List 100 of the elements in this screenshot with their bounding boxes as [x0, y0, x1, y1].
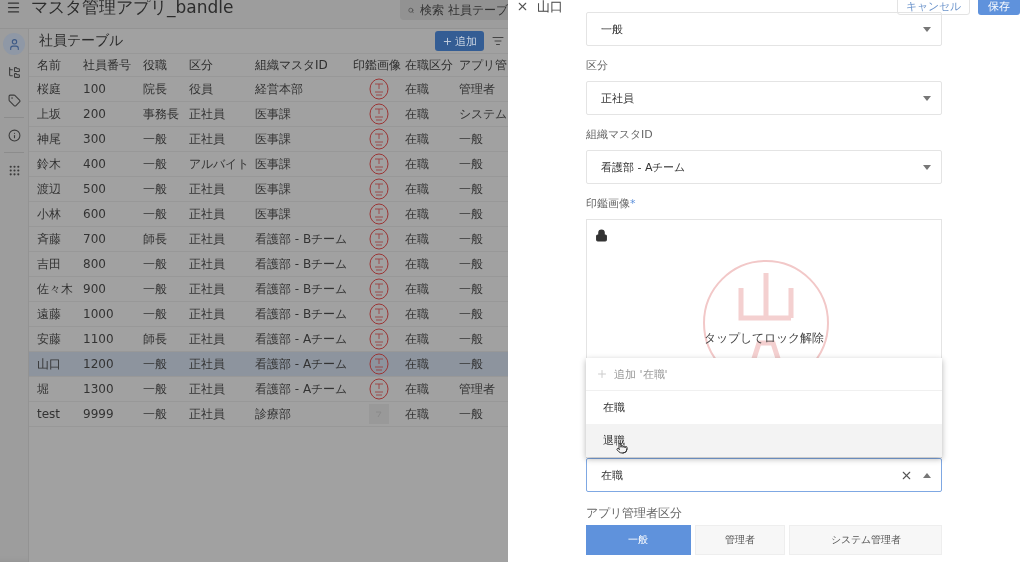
table-cell-text: 在職: [405, 255, 430, 273]
select-field[interactable]: 一般: [586, 12, 942, 46]
table-row[interactable]: test 9999 一般 正社員 診療部 在職 一般: [29, 402, 508, 427]
field-label: 区分: [586, 60, 609, 72]
table-row[interactable]: 上坂 200 事務長 正社員 医事課 在職 システム: [29, 102, 508, 127]
table-title: 社員テーブル: [39, 32, 124, 50]
table-cell-text: 在職: [405, 180, 430, 198]
table-cell-text: 正社員: [189, 405, 226, 423]
person-icon[interactable]: [3, 33, 25, 55]
table-row[interactable]: 遠藤 1000 一般 正社員 看護部 - Bチーム 在職 一般: [29, 302, 508, 327]
table-cell-text: 一般: [143, 205, 168, 223]
segment-button[interactable]: 一般: [586, 525, 691, 555]
table-cell-text: 医事課: [255, 130, 292, 148]
table-cell-text: 桜庭: [37, 80, 62, 98]
segment-button[interactable]: 管理者: [694, 525, 786, 555]
unlock-hint: タップしてロック解除: [703, 330, 825, 347]
table-cell-text: 正社員: [189, 330, 226, 348]
save-button[interactable]: 保存: [978, 0, 1020, 15]
table-cell-text: 一般: [459, 205, 484, 223]
table-cell-text: 在職: [405, 105, 430, 123]
table-cell-text: 在職: [405, 230, 430, 248]
table-cell-text: 一般: [459, 230, 484, 248]
close-icon[interactable]: [516, 0, 529, 13]
table-cell-text: 経営本部: [255, 80, 304, 98]
cancel-button[interactable]: キャンセル: [897, 0, 970, 15]
search-field[interactable]: 検索 社員テーブ: [400, 0, 508, 20]
table-cell-text: 看護部 - Bチーム: [255, 305, 349, 323]
table-row[interactable]: 渡辺 500 一般 正社員 医事課 在職 一般: [29, 177, 508, 202]
table-cell-text: 9999: [83, 407, 115, 421]
segment-button[interactable]: システム管理者: [789, 525, 942, 555]
caret-icon: [923, 95, 931, 101]
menu-option[interactable]: 在職: [586, 391, 942, 424]
table-row[interactable]: 吉田 800 一般 正社員 看護部 - Bチーム 在職 一般: [29, 252, 508, 277]
table-cell-text: 600: [83, 207, 107, 221]
table-cell-text: 1000: [83, 307, 115, 321]
table-cell-text: 400: [83, 157, 107, 171]
table-cell-text: 一般: [459, 155, 484, 173]
table-cell-text: 一般: [459, 255, 484, 273]
table-cell-text: 正社員: [189, 255, 226, 273]
table-row[interactable]: 堀 1300 一般 正社員 看護部 - Aチーム 在職 管理者: [29, 377, 508, 402]
table-cell-text: 1200: [83, 357, 115, 371]
table-cell-text: 在職: [405, 130, 430, 148]
table-cell: システム: [459, 105, 508, 123]
table-cell-text: 一般: [459, 280, 484, 298]
column-header: 印鑑画像: [353, 56, 402, 74]
table-cell-text: 山口: [37, 355, 62, 373]
select-field[interactable]: 正社員: [586, 81, 942, 115]
table-cell-text: 1100: [83, 332, 115, 346]
table-row[interactable]: 斉藤 700 師長 正社員 看護部 - Bチーム 在職 一般: [29, 227, 508, 252]
table-cell-text: 師長: [143, 330, 168, 348]
table-row[interactable]: 神尾 300 一般 正社員 医事課 在職 一般: [29, 127, 508, 152]
table-cell-text: 看護部 - Aチーム: [255, 355, 349, 373]
table-row[interactable]: 佐々木 900 一般 正社員 看護部 - Bチーム 在職 一般: [29, 277, 508, 302]
select-field[interactable]: 看護部 - Aチーム: [586, 150, 942, 184]
table-row[interactable]: 小林 600 一般 正社員 医事課 在職 一般: [29, 202, 508, 227]
menu-icon[interactable]: [6, 0, 21, 15]
table-cell-text: 正社員: [189, 205, 226, 223]
table-row[interactable]: 鈴木 400 一般 アルバイト 医事課 在職 一般: [29, 152, 508, 177]
menu-option[interactable]: 退職: [586, 424, 942, 457]
table-cell-text: 200: [83, 107, 107, 121]
plus-icon: [442, 35, 453, 47]
table-cell-text: 上坂: [37, 105, 62, 123]
table-cell-text: 鈴木: [37, 155, 62, 173]
table-cell-text: 正社員: [189, 130, 226, 148]
add-button[interactable]: 追加: [435, 31, 484, 51]
table-cell-text: 一般: [143, 155, 168, 173]
table-cell-text: 一般: [459, 305, 484, 323]
table-cell-text: 正社員: [189, 355, 226, 373]
table-row[interactable]: 桜庭 100 院長 役員 経営本部 在職 管理者: [29, 77, 508, 102]
table-row[interactable]: 山口 1200 一般 正社員 看護部 - Aチーム 在職 一般: [29, 352, 508, 377]
table-cell-text: 700: [83, 232, 107, 246]
table-cell-text: 一般: [459, 355, 484, 373]
caret-icon: [923, 472, 931, 478]
table-cell-text: 在職: [405, 155, 430, 173]
status-combobox[interactable]: 在職: [586, 458, 942, 492]
column-header: 区分: [189, 56, 214, 74]
table-cell-text: 在職: [405, 305, 430, 323]
table-cell-text: 一般: [143, 255, 168, 273]
table-cell-text: 医事課: [255, 205, 292, 223]
filter-icon[interactable]: [492, 35, 504, 47]
table-cell-text: 看護部 - Bチーム: [255, 230, 349, 248]
table-cell-text: 役員: [189, 80, 214, 98]
table-cell-text: 正社員: [189, 180, 226, 198]
table-cell-text: 看護部 - Bチーム: [255, 280, 349, 298]
table-cell-text: 吉田: [37, 255, 62, 273]
table-cell-text: 一般: [143, 305, 168, 323]
table-cell-text: 在職: [405, 330, 430, 348]
table-cell-text: 院長: [143, 80, 168, 98]
column-header: 役職: [143, 56, 168, 74]
table-cell-text: 正社員: [189, 305, 226, 323]
table-cell-text: 師長: [143, 230, 168, 248]
table-cell-text: 900: [83, 282, 107, 296]
table-cell-text: 小林: [37, 205, 62, 223]
table-cell-text: 300: [83, 132, 107, 146]
table-cell-text: 在職: [405, 80, 430, 98]
column-header: 名前: [37, 56, 62, 74]
table-cell-text: 一般: [143, 355, 168, 373]
table-cell-text: 一般: [143, 180, 168, 198]
column-header: 在職区分: [405, 56, 454, 74]
table-cell-text: 看護部 - Bチーム: [255, 255, 349, 273]
